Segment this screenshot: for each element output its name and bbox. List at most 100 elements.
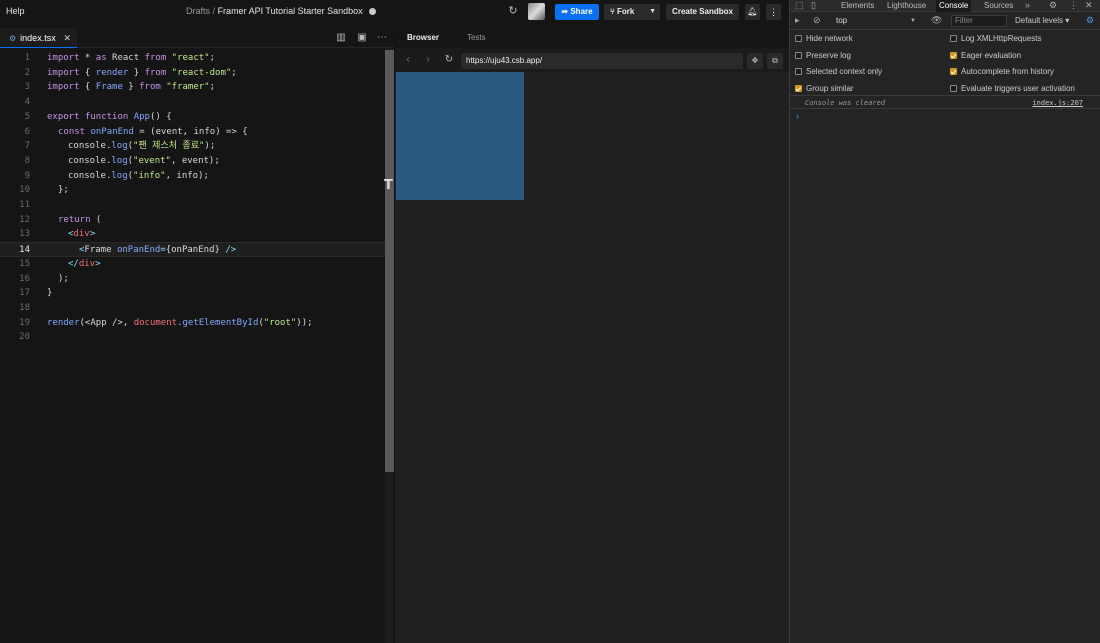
editor-scrollbar-thumb[interactable] (385, 50, 394, 472)
code-token: ); (204, 141, 216, 152)
code-line[interactable]: 13 <div> (0, 227, 394, 242)
code-token: , event); (170, 155, 220, 166)
clear-console-icon[interactable]: ⊘ (813, 15, 821, 27)
tab-lighthouse[interactable]: Lighthouse (887, 0, 926, 12)
code-token: div (78, 258, 96, 269)
checkbox[interactable] (795, 85, 802, 93)
chevron-down-icon[interactable]: ▼ (649, 4, 656, 20)
tab-tests[interactable]: Tests (467, 28, 486, 48)
split-view-icon[interactable]: ▥ (335, 32, 347, 44)
console-option[interactable]: Selected context only (795, 66, 882, 78)
console-option-label: Evaluate triggers user activation (961, 84, 1075, 94)
tab-browser[interactable]: Browser (407, 28, 439, 48)
code-line[interactable]: 1 import * as React from "react"; (0, 51, 394, 66)
code-line[interactable]: 16); (0, 272, 394, 287)
code-line[interactable]: 17} (0, 286, 394, 301)
line-number: 3 (24, 82, 30, 93)
settings-gear-icon[interactable]: ⚙ (1049, 0, 1057, 12)
checkbox[interactable] (950, 51, 957, 59)
device-toolbar-icon[interactable]: ▯ (811, 0, 816, 12)
filter-input[interactable]: Filter (951, 15, 1007, 27)
checkbox[interactable] (950, 35, 957, 42)
console-option[interactable]: Eager evaluation (950, 50, 1021, 62)
log-levels-select[interactable]: Default levels ▾ (1015, 15, 1069, 27)
checkbox[interactable] (795, 68, 802, 76)
code-line[interactable]: 19 render(<App />, document.getElementByI… (0, 316, 394, 331)
code-line[interactable]: 9 console.log("info", info); (0, 169, 394, 184)
share-button[interactable]: ➦ Share (555, 4, 599, 20)
code-text: import { Frame } from "framer"; (47, 80, 215, 95)
kebab-menu-icon[interactable]: ⋮ (1069, 0, 1078, 12)
fork-button[interactable]: ⑂ Fork ▼ (604, 4, 660, 20)
more-options-icon[interactable]: ⋯ (376, 32, 388, 44)
code-token: } (128, 67, 145, 78)
eye-icon[interactable]: 👁︎ (931, 15, 942, 27)
console-option[interactable]: Hide network (795, 33, 853, 45)
code-line[interactable]: 6 const onPanEnd = (event, info) => { (0, 125, 394, 140)
create-sandbox-button[interactable]: Create Sandbox (666, 4, 739, 20)
code-line[interactable]: 14 <Frame onPanEnd={onPanEnd} /> (0, 242, 394, 258)
console-option[interactable]: Log XMLHttpRequests (950, 33, 1042, 45)
console-prompt[interactable]: › (796, 111, 799, 121)
crumb-drafts[interactable]: Drafts (186, 6, 210, 16)
code-line[interactable]: 7 console.log("팬 제스처 종료"); (0, 139, 394, 154)
code-editor[interactable]: 1 import * as React from "react"; 2 import … (0, 48, 394, 643)
refresh-icon[interactable]: ↻ (507, 5, 519, 17)
console-option[interactable]: Group similar (795, 83, 854, 95)
console-option[interactable]: Preserve log (795, 50, 851, 62)
tab-elements[interactable]: Elements (841, 0, 874, 12)
reload-icon[interactable]: ↻ (443, 54, 455, 66)
tab-sources[interactable]: Sources (984, 0, 1013, 12)
checkbox[interactable] (795, 35, 802, 42)
code-line[interactable]: 12 return ( (0, 213, 394, 228)
sidebar-toggle-icon[interactable]: ▸ (795, 15, 800, 27)
inspect-element-icon[interactable]: ⬚ (795, 0, 804, 12)
code-token: export (47, 111, 80, 122)
code-line[interactable]: 3 import { Frame } from "framer"; (0, 80, 394, 95)
console-option[interactable]: Evaluate triggers user activation (950, 83, 1075, 95)
code-token: return (58, 214, 91, 225)
file-tab-index[interactable]: ⚙ index.tsx ✕ (0, 28, 77, 48)
checkbox[interactable] (795, 51, 802, 59)
more-menu-icon[interactable]: ⋮ (766, 4, 781, 20)
code-line[interactable]: 18 (0, 301, 394, 316)
forward-icon[interactable]: › (422, 54, 434, 66)
code-line[interactable]: 20 (0, 330, 394, 345)
code-line[interactable]: 4 (0, 95, 394, 110)
globe-icon (369, 8, 377, 16)
preview-viewport[interactable] (395, 72, 790, 643)
responsive-icon[interactable]: ✥ (747, 53, 763, 69)
url-input[interactable]: https://uju43.csb.app/ (461, 53, 743, 69)
context-select[interactable]: top ▼ (832, 15, 918, 27)
code-line[interactable]: 8 console.log("event", event); (0, 154, 394, 169)
bell-icon[interactable]: 🔔︎ (745, 4, 760, 20)
framer-frame[interactable] (396, 72, 524, 200)
console-option[interactable]: Autocomplete from history (950, 66, 1054, 78)
avatar[interactable] (528, 3, 545, 20)
line-number: 13 (19, 229, 30, 240)
console-settings-icon[interactable]: ⚙ (1086, 15, 1094, 27)
open-preview-icon[interactable]: ▣ (356, 32, 368, 44)
code-token: > (89, 229, 96, 240)
code-line[interactable]: 11 (0, 198, 394, 213)
code-text: }; (58, 183, 69, 198)
code-line[interactable]: 10}; (0, 183, 394, 198)
open-new-window-icon[interactable]: ⧉ (767, 53, 783, 69)
code-line[interactable]: 15 </div> (0, 257, 394, 272)
help-menu[interactable]: Help (6, 6, 25, 16)
back-icon[interactable]: ‹ (402, 54, 414, 66)
code-line[interactable]: 2 import { render } from "react-dom"; (0, 66, 394, 81)
code-token: div (73, 229, 90, 240)
browser-tab-bar: Browser Tests (395, 28, 790, 48)
close-icon[interactable]: ✕ (63, 28, 71, 48)
code-text: return ( (58, 213, 101, 228)
code-token: from (139, 82, 161, 93)
checkbox[interactable] (950, 68, 957, 76)
console-source-link[interactable]: index.js:207 (1032, 97, 1083, 109)
tab-console[interactable]: Console (936, 0, 972, 12)
sandbox-title[interactable]: Framer API Tutorial Starter Sandbox (218, 6, 363, 16)
code-line[interactable]: 5 export function App() { (0, 110, 394, 125)
more-tabs-icon[interactable]: » (1025, 0, 1030, 12)
checkbox[interactable] (950, 85, 957, 93)
close-devtools-icon[interactable]: ✕ (1085, 0, 1093, 12)
